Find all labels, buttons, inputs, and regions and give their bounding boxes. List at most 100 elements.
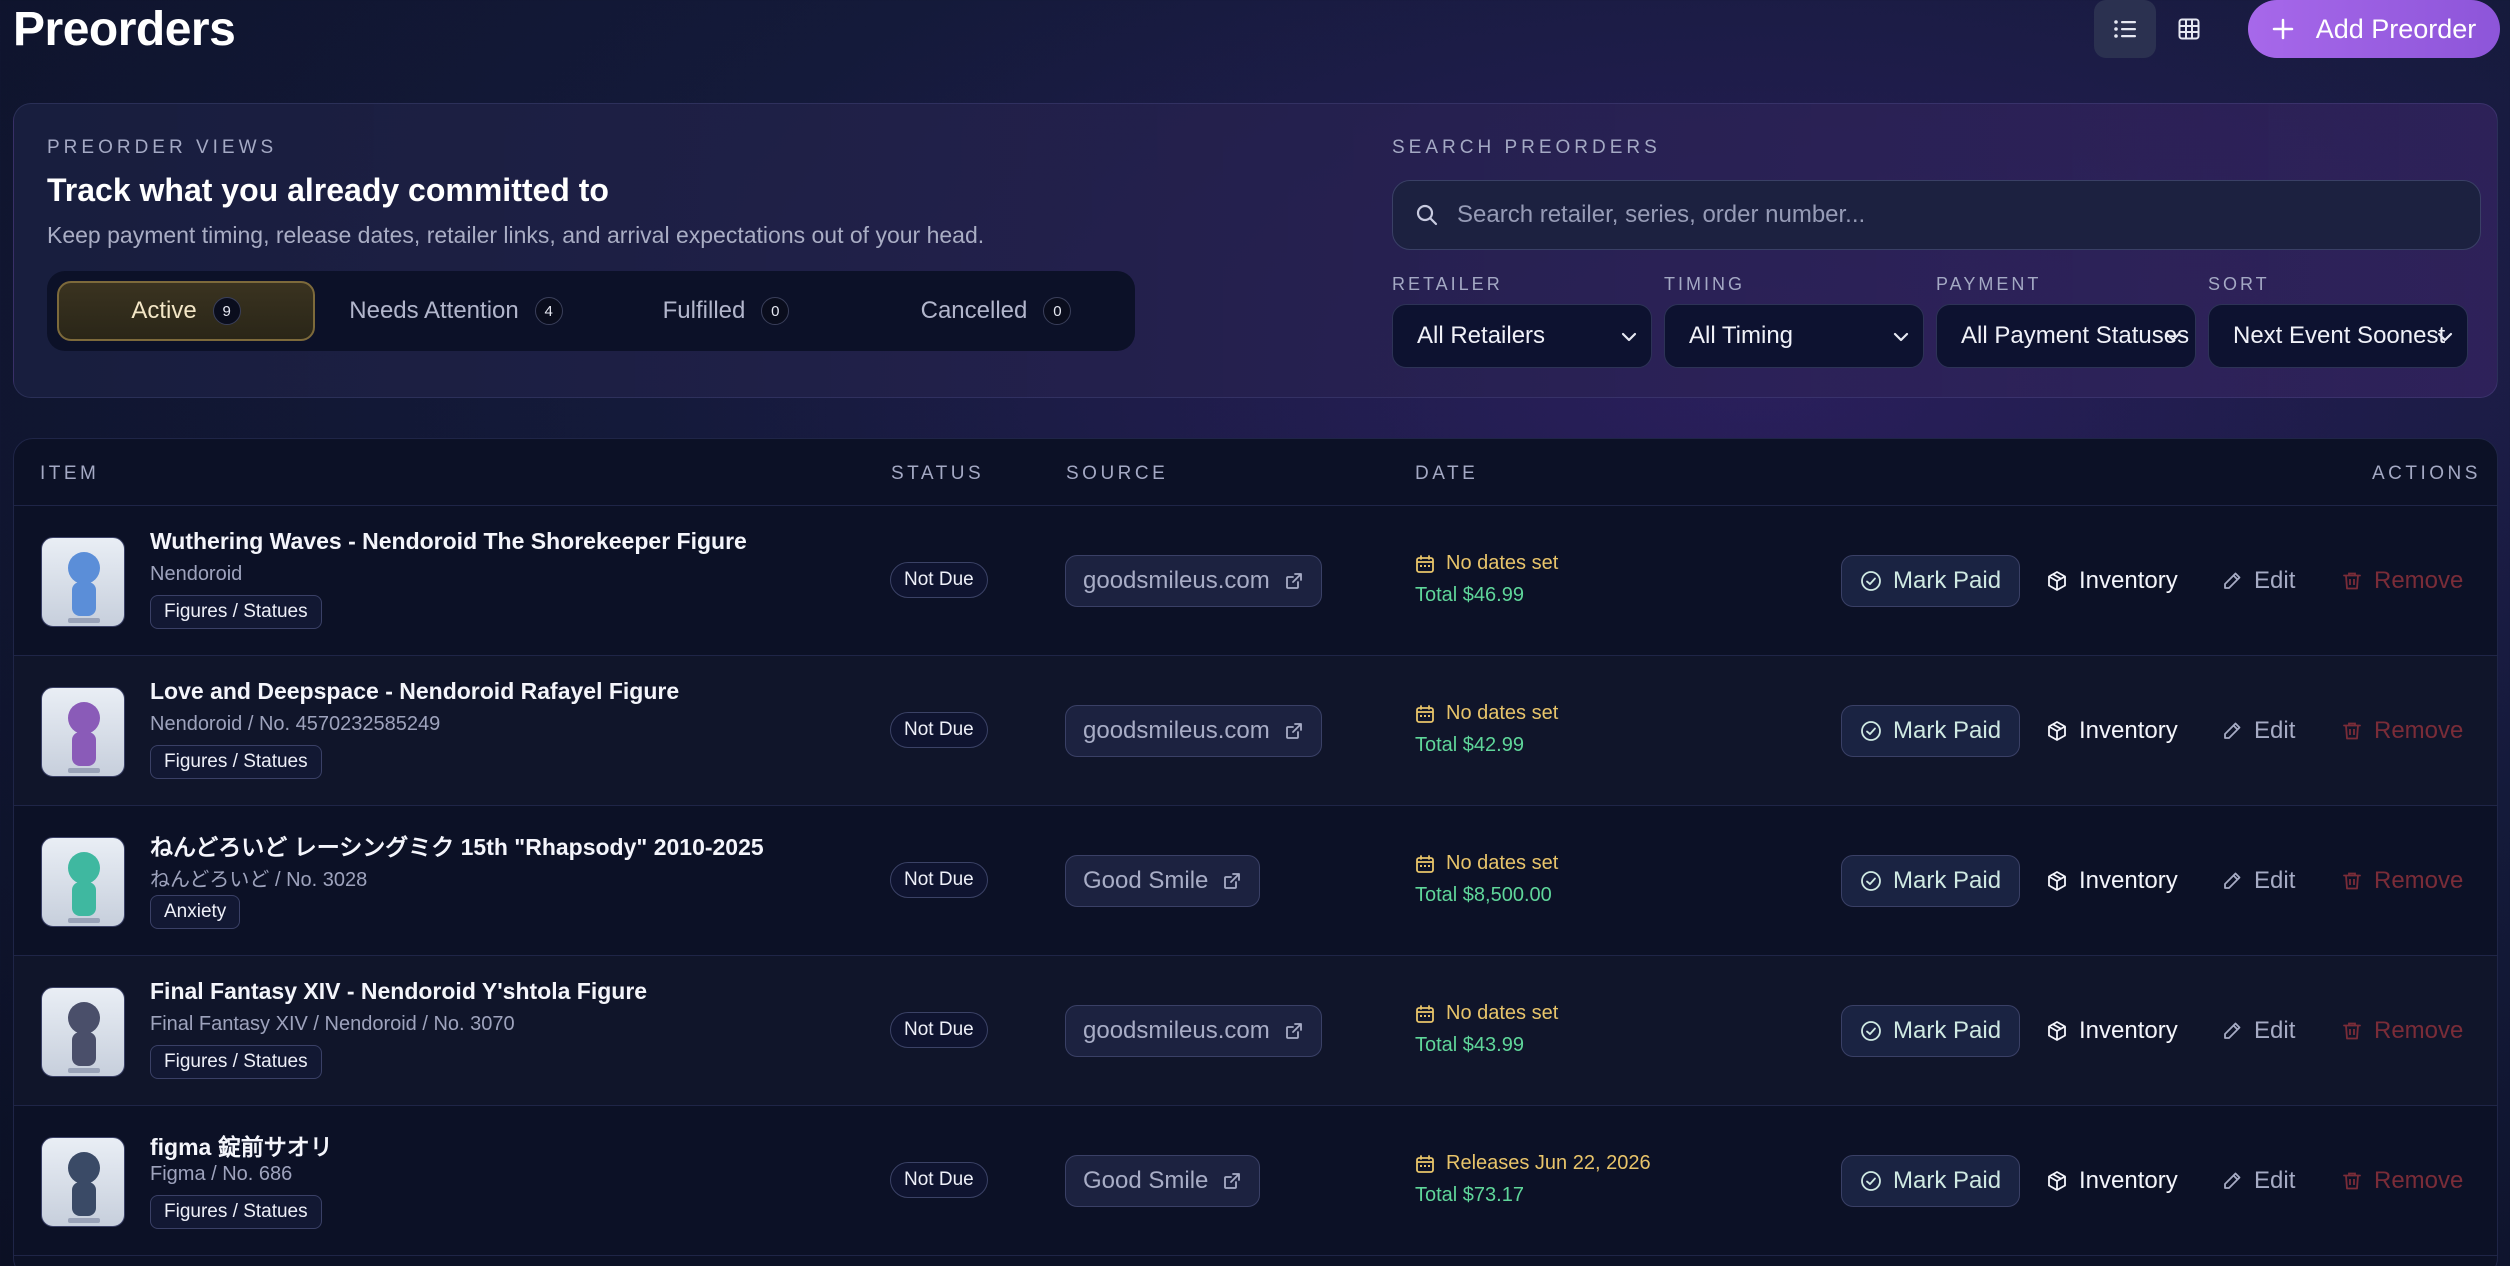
edit-button[interactable]: Edit	[2221, 1005, 2295, 1057]
timing-select[interactable]: All Timing	[1664, 304, 1924, 368]
figure-image-icon	[68, 702, 100, 773]
source-link[interactable]: Good Smile	[1065, 1155, 1261, 1207]
list-icon	[2114, 20, 2136, 38]
package-icon	[2048, 871, 2066, 891]
tab-label: Fulfilled	[662, 297, 746, 324]
table-row[interactable]: Love and Deepspace - Nendoroid Rafayel F…	[14, 656, 2497, 806]
item-category-tag: Anxiety	[150, 895, 241, 929]
item-title[interactable]: figma 錠前サオリ	[150, 1128, 333, 1162]
remove-label: Remove	[2374, 1017, 2464, 1044]
external-link-icon	[1285, 1023, 1302, 1039]
inventory-button[interactable]: Inventory	[2046, 705, 2178, 757]
pencil-icon	[2224, 1022, 2241, 1039]
item-subtitle: Figma / No. 686	[150, 1163, 293, 1185]
remove-button[interactable]: Remove	[2341, 705, 2463, 757]
column-header-status: STATUS	[891, 463, 985, 484]
status-tabs: Active 9 Needs Attention 4 Fulfilled 0 C…	[47, 271, 1135, 351]
retailer-select[interactable]: All Retailers	[1392, 304, 1652, 368]
search-input[interactable]	[1457, 201, 2437, 229]
source-link[interactable]: Good Smile	[1065, 855, 1261, 907]
date-info: No dates set	[1415, 1002, 1558, 1025]
search-box	[1392, 180, 2481, 250]
edit-label: Edit	[2254, 1167, 2296, 1194]
inventory-button[interactable]: Inventory	[2046, 855, 2178, 907]
item-subtitle: Nendoroid / No. 4570232585249	[150, 713, 441, 735]
edit-label: Edit	[2254, 717, 2296, 744]
inventory-button[interactable]: Inventory	[2046, 1005, 2178, 1057]
edit-label: Edit	[2254, 567, 2296, 594]
timing-value: All Timing	[1689, 322, 1794, 349]
package-icon	[2048, 721, 2066, 741]
remove-button[interactable]: Remove	[2341, 555, 2463, 607]
payment-select[interactable]: All Payment Statuses	[1936, 304, 2196, 368]
tab-cancelled[interactable]: Cancelled 0	[867, 281, 1125, 341]
item-thumbnail	[41, 987, 125, 1077]
trash-icon	[2343, 872, 2361, 890]
chevron-down-icon	[2437, 332, 2453, 342]
payment-value: All Payment Statuses	[1961, 322, 2190, 349]
source-link[interactable]: goodsmileus.com	[1065, 555, 1322, 607]
external-link-icon	[1285, 723, 1302, 739]
grid-view-button[interactable]	[2158, 0, 2220, 58]
panel-subheading: Keep payment timing, release dates, reta…	[47, 222, 985, 248]
remove-button[interactable]: Remove	[2341, 1155, 2463, 1207]
edit-button[interactable]: Edit	[2221, 705, 2295, 757]
column-header-source: SOURCE	[1066, 463, 1169, 484]
inventory-button[interactable]: Inventory	[2046, 1155, 2178, 1207]
tab-fulfilled[interactable]: Fulfilled 0	[597, 281, 855, 341]
edit-button[interactable]: Edit	[2221, 1155, 2295, 1207]
inventory-label: Inventory	[2079, 717, 2178, 744]
item-title[interactable]: Final Fantasy XIV - Nendoroid Y'shtola F…	[150, 978, 647, 1005]
trash-icon	[2343, 1022, 2361, 1040]
plus-icon	[2272, 18, 2293, 40]
item-title[interactable]: Wuthering Waves - Nendoroid The Shorekee…	[150, 528, 747, 555]
pencil-icon	[2224, 722, 2241, 739]
date-label: Releases Jun 22, 2026	[1446, 1152, 1651, 1174]
filter-panel: PREORDER VIEWS Track what you already co…	[13, 103, 2498, 398]
mark-paid-button[interactable]: Mark Paid	[1841, 855, 2021, 907]
remove-button[interactable]: Remove	[2341, 855, 2463, 907]
source-link[interactable]: goodsmileus.com	[1065, 705, 1322, 757]
remove-label: Remove	[2374, 1167, 2464, 1194]
tab-needs-attention[interactable]: Needs Attention 4	[327, 281, 585, 341]
mark-paid-button[interactable]: Mark Paid	[1841, 555, 2021, 607]
sort-select[interactable]: Next Event Soonest	[2208, 304, 2468, 368]
date-info: No dates set	[1415, 702, 1558, 725]
tab-count: 9	[212, 297, 241, 325]
mark-paid-button[interactable]: Mark Paid	[1841, 1005, 2021, 1057]
table-row[interactable]: figma 錠前サオリ Figma / No. 686 Figures / St…	[14, 1106, 2497, 1256]
table-row[interactable]: Wuthering Waves - Nendoroid The Shorekee…	[14, 506, 2497, 656]
total-amount: Total $8,500.00	[1415, 884, 1552, 906]
table-row[interactable]: Final Fantasy XIV - Nendoroid Y'shtola F…	[14, 956, 2497, 1106]
check-circle-icon	[1861, 571, 1881, 591]
preorders-table: ITEM STATUS SOURCE DATE ACTIONS Wutherin…	[13, 438, 2498, 1266]
source-link[interactable]: goodsmileus.com	[1065, 1005, 1322, 1057]
figure-image-icon	[68, 552, 100, 623]
item-title[interactable]: ねんどろいど レーシングミク 15th "Rhapsody" 2010-2025	[150, 828, 764, 862]
item-title[interactable]: Love and Deepspace - Nendoroid Rafayel F…	[150, 678, 679, 705]
panel-overline: PREORDER VIEWS	[47, 137, 278, 158]
tab-count: 0	[1043, 297, 1072, 325]
item-thumbnail	[41, 1137, 125, 1227]
mark-paid-button[interactable]: Mark Paid	[1841, 1155, 2021, 1207]
remove-button[interactable]: Remove	[2341, 1005, 2463, 1057]
status-badge: Not Due	[890, 712, 988, 748]
chevron-down-icon	[2165, 332, 2181, 342]
date-label: No dates set	[1446, 852, 1559, 874]
item-subtitle: Nendoroid	[150, 563, 243, 585]
mark-paid-button[interactable]: Mark Paid	[1841, 705, 2021, 757]
status-badge: Not Due	[890, 1012, 988, 1048]
date-label: No dates set	[1446, 702, 1559, 724]
edit-button[interactable]: Edit	[2221, 855, 2295, 907]
add-preorder-button[interactable]: Add Preorder	[2248, 0, 2500, 58]
inventory-label: Inventory	[2079, 867, 2178, 894]
edit-button[interactable]: Edit	[2221, 555, 2295, 607]
tab-count: 0	[761, 297, 790, 325]
inventory-label: Inventory	[2079, 567, 2178, 594]
tab-active[interactable]: Active 9	[57, 281, 315, 341]
item-subtitle: Final Fantasy XIV / Nendoroid / No. 3070	[150, 1013, 515, 1035]
list-view-button[interactable]	[2094, 0, 2156, 58]
table-row[interactable]: ねんどろいど レーシングミク 15th "Rhapsody" 2010-2025…	[14, 806, 2497, 956]
inventory-button[interactable]: Inventory	[2046, 555, 2178, 607]
inventory-label: Inventory	[2079, 1167, 2178, 1194]
